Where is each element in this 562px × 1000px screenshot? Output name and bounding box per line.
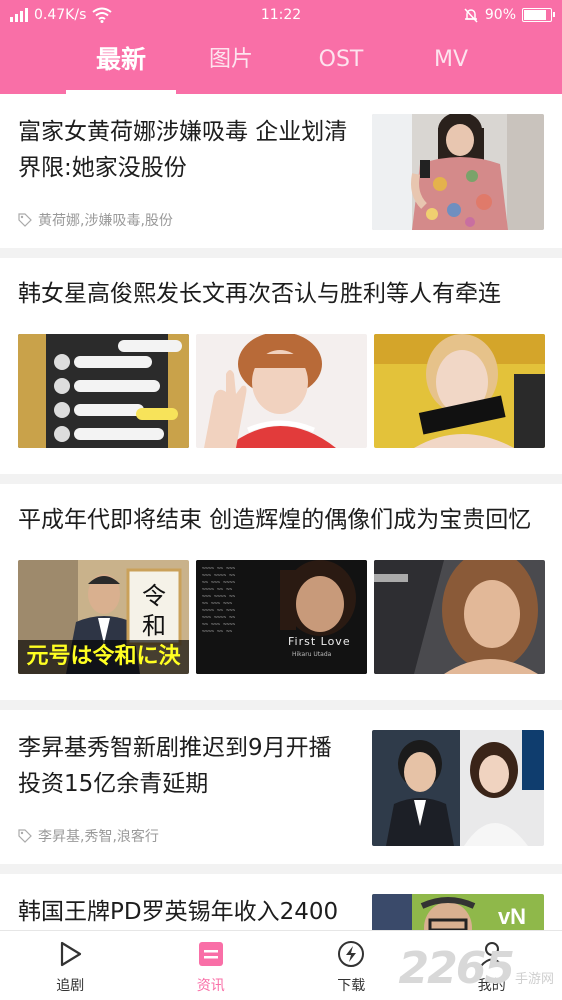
nav-label: 我的: [477, 978, 506, 994]
mute-bell-icon: [464, 8, 478, 23]
sign-top: 令: [142, 582, 166, 610]
nav-label: 下载: [337, 978, 366, 994]
nav-shows[interactable]: 追剧: [0, 931, 141, 1000]
tab-ost[interactable]: OST: [286, 30, 396, 94]
nav-news[interactable]: 资讯: [141, 931, 282, 1000]
news-title: 平成年代即将结束 创造辉煌的偶像们成为宝贵回忆: [18, 507, 532, 533]
news-item[interactable]: 韩女星高俊熙发长文再次否认与胜利等人有牵连: [0, 258, 562, 474]
tag-icon: [18, 213, 32, 227]
news-thumbnail[interactable]: [372, 730, 544, 846]
bottom-nav: 追剧 资讯 下载 我的 2265 手游网: [0, 930, 562, 1000]
lyrics-text: ~~~~ ~~ ~~~ ~~~ ~~~~ ~~ ~~ ~~~ ~~~~ ~~~~ ~~…: [202, 566, 236, 635]
nav-label: 追剧: [56, 978, 85, 994]
news-item[interactable]: 平成年代即将结束 创造辉煌的偶像们成为宝贵回忆 令 和 元号は令和に決 ~~~~…: [0, 484, 562, 700]
tab-pictures[interactable]: 图片: [176, 30, 286, 94]
battery-percent: 90%: [484, 7, 516, 23]
tab-bar: 最新 图片 OST MV: [0, 30, 562, 94]
news-thumbnail[interactable]: vN: [372, 894, 544, 930]
album-artist: Hikaru Utada: [292, 651, 332, 658]
tag-icon: [18, 829, 32, 843]
nav-profile[interactable]: 我的: [422, 931, 562, 1000]
news-item[interactable]: 李昇基秀智新剧推迟到9月开播 投资15亿余青延期 李昇基,秀智,浪客行: [0, 710, 562, 864]
news-title: 富家女黄荷娜涉嫌吸毒 企业划清界限:她家没股份: [18, 119, 348, 181]
news-tags: 李昇基,秀智,浪客行: [18, 826, 360, 846]
download-icon: [338, 941, 365, 967]
signal-icon: [10, 8, 28, 22]
news-thumbnail[interactable]: [18, 334, 189, 448]
news-icon: [198, 942, 223, 966]
svg-text:vN: vN: [498, 904, 526, 929]
tab-latest[interactable]: 最新: [66, 30, 176, 94]
news-thumbnail[interactable]: [196, 334, 367, 448]
album-title: First Love: [288, 635, 351, 648]
news-item[interactable]: 富家女黄荷娜涉嫌吸毒 企业划清界限:她家没股份 黄荷娜,涉嫌吸毒,股份: [0, 94, 562, 248]
sign-bottom: 和: [142, 612, 166, 640]
battery-icon: [522, 8, 555, 22]
news-thumbnail[interactable]: [374, 334, 545, 448]
nav-download[interactable]: 下载: [281, 931, 422, 1000]
news-title: 韩女星高俊熙发长文再次否认与胜利等人有牵连: [18, 281, 501, 307]
play-icon: [61, 941, 82, 967]
news-title: 李昇基秀智新剧推迟到9月开播 投资15亿余青延期: [18, 735, 332, 797]
photo-caption: 元号は令和に決: [18, 640, 189, 674]
network-speed: 0.47K/s: [34, 7, 87, 23]
news-thumbnail[interactable]: ~~~~ ~~ ~~~ ~~~ ~~~~ ~~ ~~ ~~~ ~~~~ ~~~~ ~~…: [196, 560, 367, 674]
news-thumbnail[interactable]: 令 和 元号は令和に決: [18, 560, 189, 674]
news-feed[interactable]: 富家女黄荷娜涉嫌吸毒 企业划清界限:她家没股份 黄荷娜,涉嫌吸毒,股份 韩女星高…: [0, 94, 562, 930]
news-title: 韩国王牌PD罗英锡年收入2400: [18, 899, 339, 925]
clock: 11:22: [260, 7, 302, 23]
nav-label: 资讯: [196, 978, 225, 994]
user-icon: [479, 942, 504, 967]
tab-mv[interactable]: MV: [396, 30, 506, 94]
news-item[interactable]: 韩国王牌PD罗英锡年收入2400 vN: [0, 874, 562, 930]
news-tags: 黄荷娜,涉嫌吸毒,股份: [18, 210, 360, 230]
app-header: 0.47K/s 11:22 90% 最新 图片 OST MV: [0, 0, 562, 94]
wifi-icon: [92, 7, 112, 23]
news-thumbnail[interactable]: [372, 114, 544, 230]
status-bar: 0.47K/s 11:22 90%: [0, 0, 562, 30]
news-thumbnail[interactable]: [374, 560, 545, 674]
